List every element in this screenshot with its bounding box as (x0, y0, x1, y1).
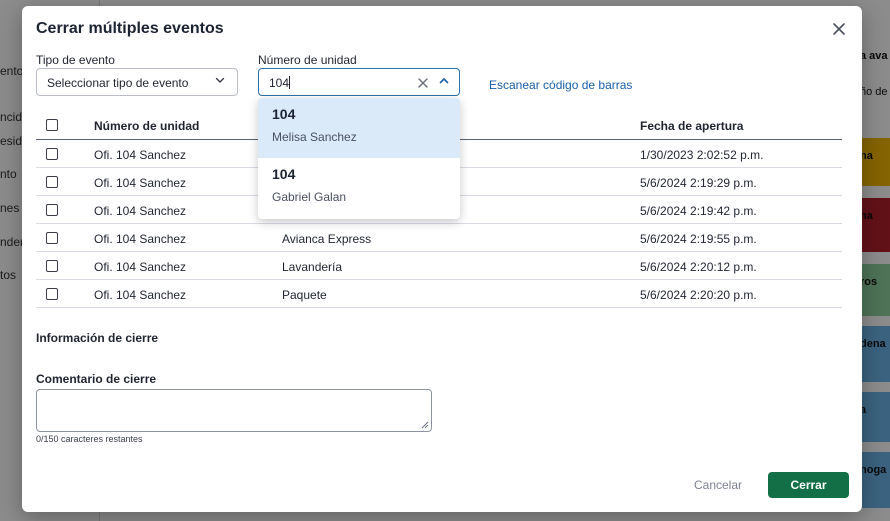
row-checkbox[interactable] (46, 232, 58, 244)
row-checkbox[interactable] (46, 204, 58, 216)
row-event: Lavandería (282, 260, 343, 274)
event-type-label: Tipo de evento (36, 53, 115, 67)
row-unit: Ofi. 104 Sanchez (94, 288, 187, 302)
option-resident-name: Melisa Sanchez (272, 130, 357, 144)
text-cursor (289, 76, 291, 89)
row-date: 1/30/2023 2:02:52 p.m. (640, 148, 764, 162)
row-date: 5/6/2024 2:19:55 p.m. (640, 232, 757, 246)
close-icon (833, 23, 845, 35)
unit-option[interactable]: 104 Gabriel Galan (258, 158, 460, 218)
event-type-select[interactable]: Seleccionar tipo de evento (36, 68, 238, 96)
row-date: 5/6/2024 2:19:42 p.m. (640, 204, 757, 218)
table-row[interactable]: Ofi. 104 Sanchez Paquete 5/6/2024 2:20:2… (36, 280, 842, 308)
option-resident-name: Gabriel Galan (272, 190, 347, 204)
unit-number-input[interactable]: 104 (258, 68, 460, 96)
chevron-down-icon (215, 77, 225, 83)
row-unit: Ofi. 104 Sanchez (94, 176, 187, 190)
modal-title: Cerrar múltiples eventos (36, 20, 224, 37)
row-event: Avianca Express (282, 232, 372, 246)
clear-icon[interactable] (417, 77, 429, 89)
closing-comment-textarea[interactable] (36, 389, 432, 432)
table-row[interactable]: Ofi. 104 Sanchez Avianca Express 5/6/202… (36, 224, 842, 252)
header-unit-number[interactable]: Número de unidad (94, 119, 264, 133)
close-events-button[interactable]: Cerrar (768, 472, 849, 498)
unit-number-value: 104 (269, 76, 290, 90)
row-unit: Ofi. 104 Sanchez (94, 260, 187, 274)
row-unit: Ofi. 104 Sanchez (94, 204, 187, 218)
row-unit: Ofi. 104 Sanchez (94, 232, 187, 246)
row-unit: Ofi. 104 Sanchez (94, 148, 187, 162)
option-unit-number: 104 (272, 106, 296, 122)
option-unit-number: 104 (272, 166, 296, 182)
select-all-checkbox[interactable] (46, 119, 58, 131)
row-checkbox[interactable] (46, 148, 58, 160)
cancel-button[interactable]: Cancelar (676, 472, 760, 498)
close-icon[interactable] (830, 20, 848, 38)
unit-number-label: Número de unidad (258, 53, 357, 67)
chevron-up-icon[interactable] (439, 76, 449, 86)
header-open-date[interactable]: Fecha de apertura (640, 119, 840, 133)
unit-dropdown-list: 104 Melisa Sanchez 104 Gabriel Galan (258, 98, 460, 219)
event-type-value: Seleccionar tipo de evento (47, 76, 189, 90)
row-checkbox[interactable] (46, 176, 58, 188)
resize-grip-icon[interactable] (421, 421, 429, 429)
row-date: 5/6/2024 2:20:12 p.m. (640, 260, 757, 274)
row-checkbox[interactable] (46, 288, 58, 300)
closing-info-title: Información de cierre (36, 331, 159, 345)
close-events-modal: Cerrar múltiples eventos Tipo de evento … (22, 6, 862, 512)
char-count: 0/150 caracteres restantes (36, 434, 143, 444)
closing-comment-label: Comentario de cierre (36, 372, 157, 386)
unit-option[interactable]: 104 Melisa Sanchez (258, 98, 460, 158)
row-date: 5/6/2024 2:20:20 p.m. (640, 288, 757, 302)
table-row[interactable]: Ofi. 104 Sanchez Lavandería 5/6/2024 2:2… (36, 252, 842, 280)
scan-barcode-link[interactable]: Escanear código de barras (489, 78, 632, 92)
row-date: 5/6/2024 2:19:29 p.m. (640, 176, 757, 190)
row-event: Paquete (282, 288, 327, 302)
row-checkbox[interactable] (46, 260, 58, 272)
